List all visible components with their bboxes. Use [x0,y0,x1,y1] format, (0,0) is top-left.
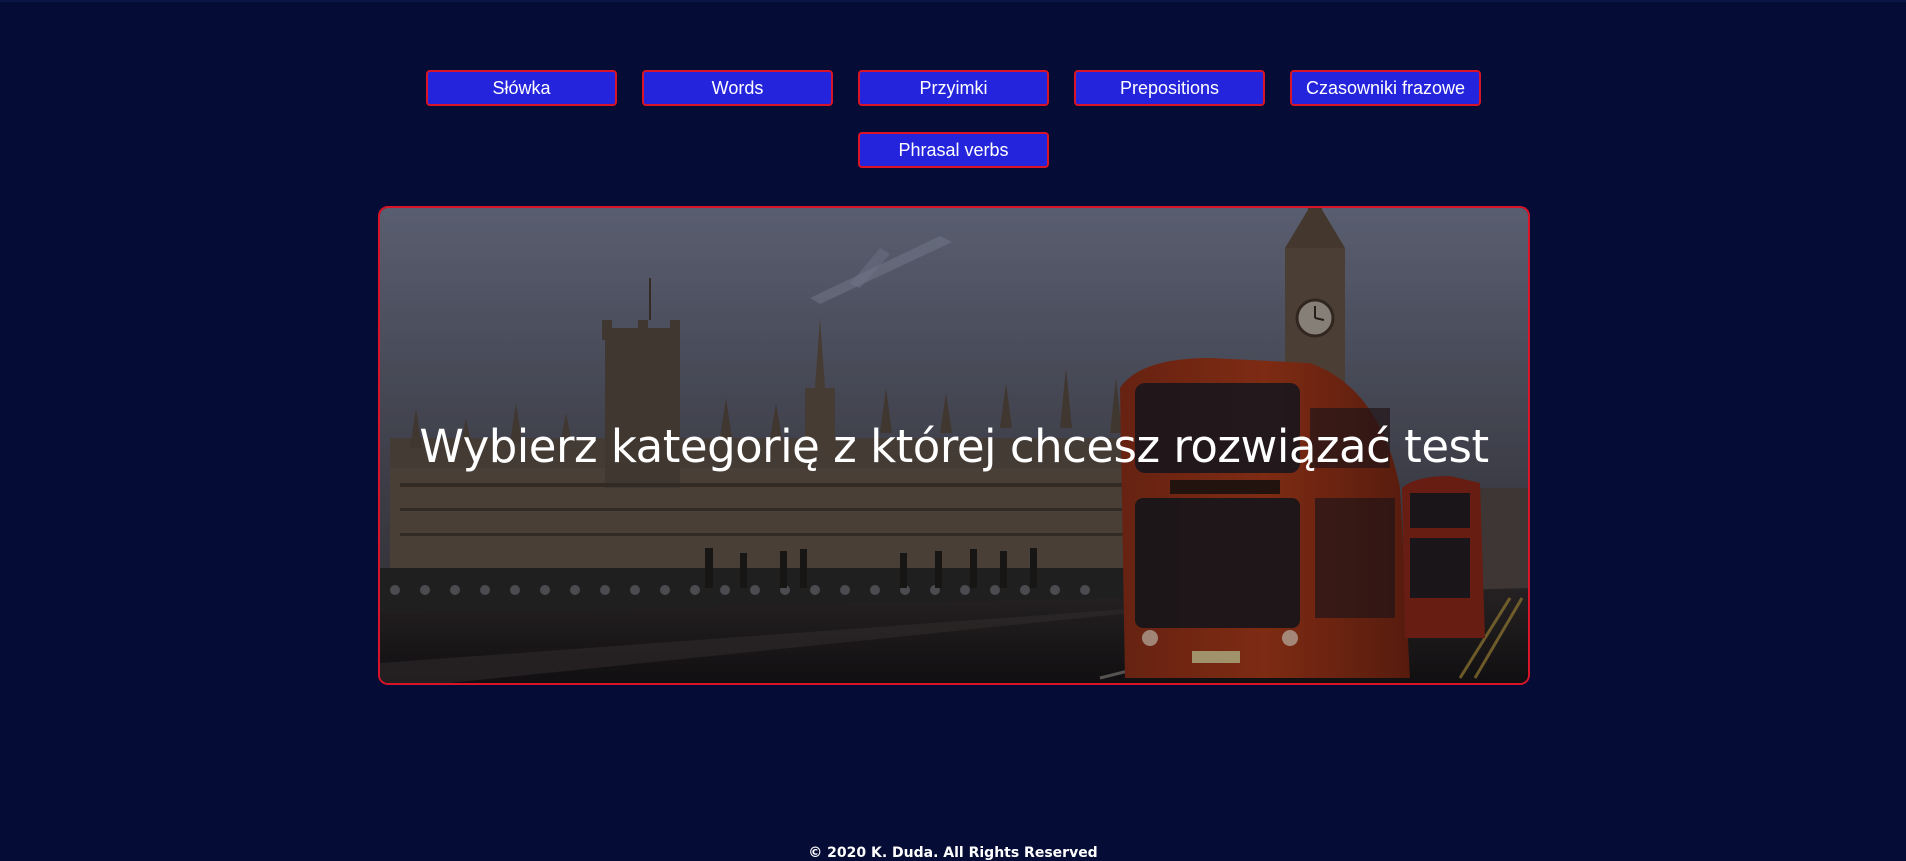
hero-banner: Wybierz kategorię z której chcesz rozwią… [378,206,1530,685]
footer-copyright: © 2020 K. Duda. All Rights Reserved [808,845,1098,861]
nav-button-words[interactable]: Words [642,70,833,106]
nav-button-phrasal-verbs[interactable]: Phrasal verbs [858,132,1049,168]
nav-button-slowka[interactable]: Słówka [426,70,617,106]
nav-button-przyimki[interactable]: Przyimki [858,70,1049,106]
nav-button-czasowniki-frazowe[interactable]: Czasowniki frazowe [1290,70,1481,106]
top-divider [0,0,1906,2]
nav-button-prepositions[interactable]: Prepositions [1074,70,1265,106]
hero-title: Wybierz kategorię z której chcesz rozwią… [419,420,1489,473]
